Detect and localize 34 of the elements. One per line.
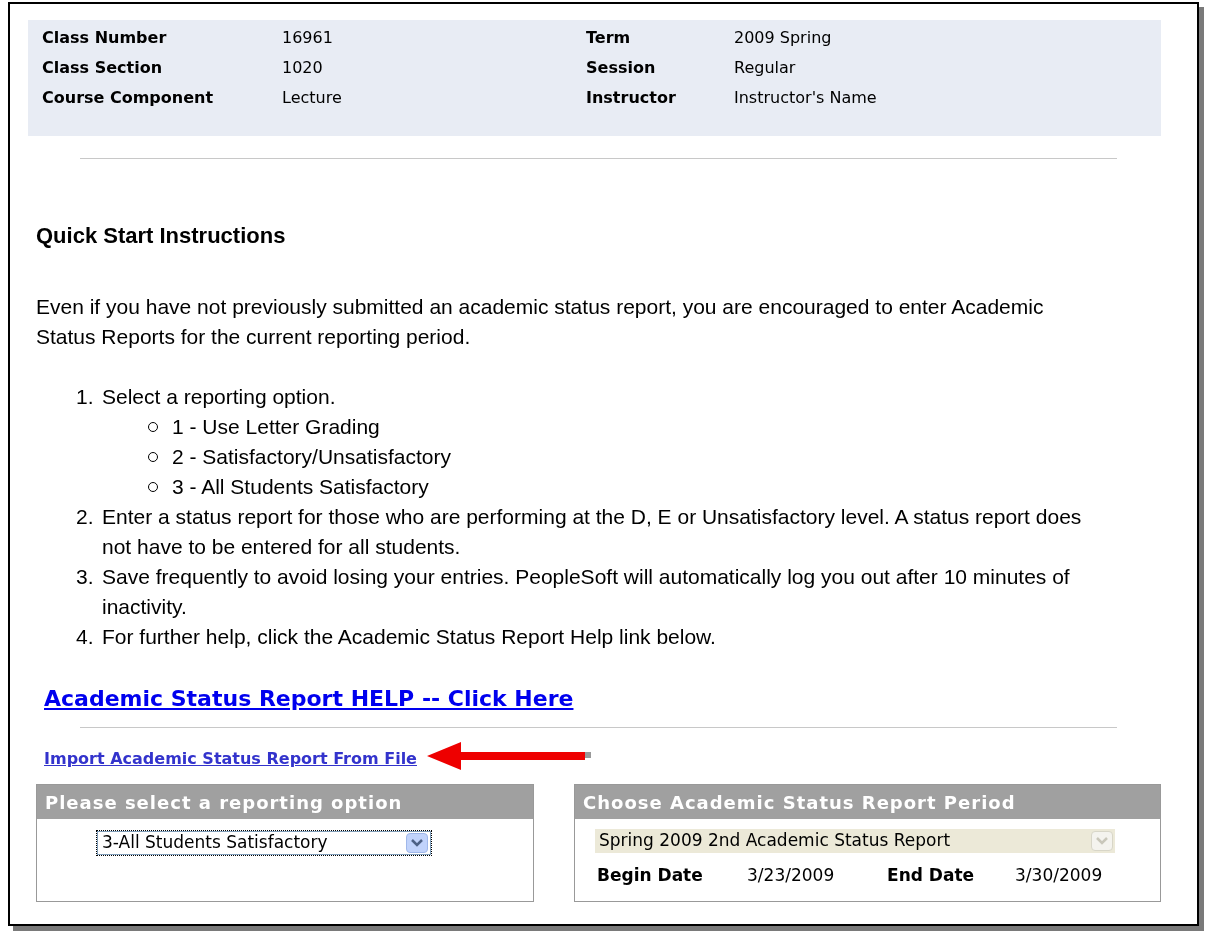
field-label: Begin Date — [597, 864, 704, 887]
import-link[interactable]: Import Academic Status Report From File — [44, 747, 417, 771]
field-value: 1020 — [282, 57, 323, 79]
field-value: Lecture — [282, 87, 342, 109]
field-label: Term — [586, 27, 632, 49]
step-number: 3. — [76, 564, 95, 590]
field-label: Class Section — [42, 57, 163, 79]
dropdown[interactable]: 3-All Students Satisfactory — [97, 831, 431, 855]
field-label: Course Component — [42, 87, 215, 109]
field-value: 16961 — [282, 27, 333, 49]
field-value: 3/30/2009 — [1015, 864, 1103, 887]
section-heading: Quick Start Instructions — [36, 222, 287, 250]
field-value: Regular — [734, 57, 796, 79]
step-number: 1. — [76, 384, 95, 410]
option-text: 3 - All Students Satisfactory — [172, 474, 429, 500]
step-text: For further help, click the Academic Status Report Help link below. — [102, 624, 716, 650]
step-text: Save frequently to avoid losing your entries. PeopleSoft will automatically log you out after 10 minutes of inactivity. — [102, 564, 1071, 620]
field-label: End Date — [887, 864, 976, 887]
option-text: 2 - Satisfactory/Unsatisfactory — [172, 444, 451, 470]
field-label: Session — [586, 57, 657, 79]
intro-paragraph: Even if you have not previously submitted an academic status report, you are encouraged to enter Academic Status Reports for the current reporting period. — [36, 294, 1045, 350]
field-label: Instructor — [586, 87, 677, 109]
step-number: 2. — [76, 504, 95, 530]
field-value: 2009 Spring — [734, 27, 832, 49]
field-label: Class Number — [42, 27, 168, 49]
panel-title: Choose Academic Status Report Period — [575, 785, 1160, 819]
option-text: 1 - Use Letter Grading — [172, 414, 380, 440]
step-text: Select a reporting option. — [102, 384, 337, 410]
field-value: 3/23/2009 — [747, 864, 836, 887]
panel-title: Please select a reporting option — [37, 785, 534, 819]
step-text: Enter a status report for those who are performing at the D, E or Unsatisfactory level. A status report does not have to be entered for all students. — [102, 504, 1083, 560]
field-value: Instructor's Name — [734, 87, 877, 109]
help-link[interactable]: Academic Status Report HELP -- Click Here — [44, 686, 574, 711]
step-number: 4. — [76, 624, 95, 650]
